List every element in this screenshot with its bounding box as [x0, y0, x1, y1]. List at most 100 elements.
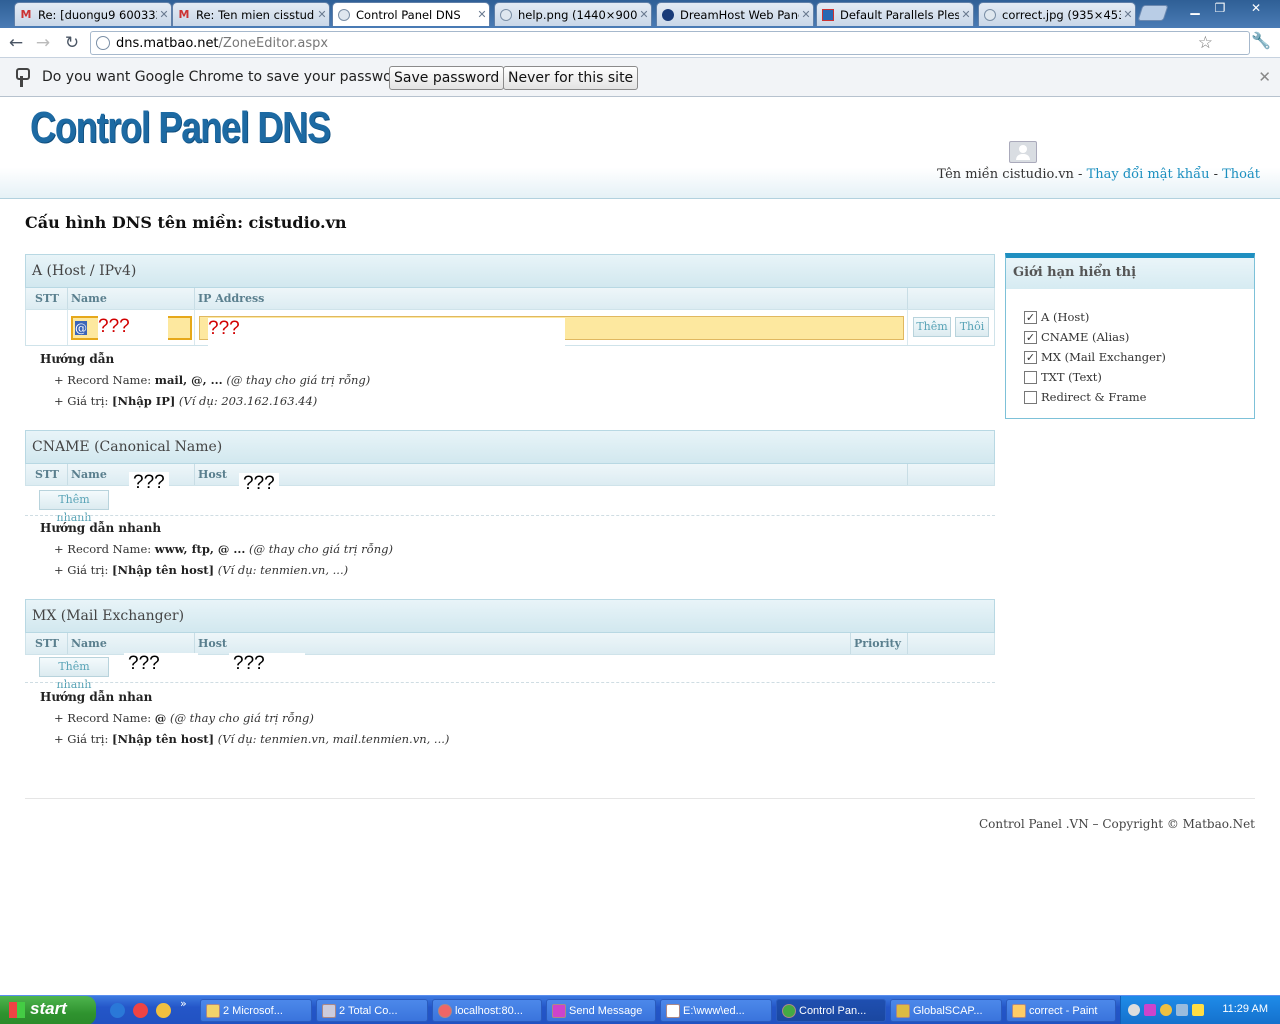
help-line-name: + Record Name: mail, @, ... (@ thay cho … — [54, 373, 371, 387]
more-chevron-icon[interactable]: » — [180, 997, 187, 1010]
add-button[interactable]: Thêm — [913, 317, 951, 337]
task-send-message[interactable]: Send Message — [546, 999, 656, 1022]
col-stt: STT — [35, 292, 59, 305]
close-icon[interactable]: ✕ — [799, 8, 813, 21]
tray-icon[interactable] — [1192, 1004, 1204, 1016]
redacted-text: ??? — [239, 473, 279, 503]
help-line-value: + Giá trị: [Nhập tên host] (Ví dụ: tenmi… — [54, 732, 450, 746]
page-content: Control Panel DNS Tên miền cistudio.vn -… — [0, 97, 1280, 997]
col-name: Name — [71, 292, 107, 305]
col-stt: STT — [35, 637, 59, 650]
logout-link[interactable]: Thoát — [1222, 167, 1260, 182]
forward-arrow-icon[interactable]: → — [32, 32, 54, 54]
network-icon[interactable] — [1176, 1004, 1188, 1016]
change-password-link[interactable]: Thay đổi mật khẩu — [1087, 167, 1210, 182]
tab-help-png[interactable]: help.png (1440×900) ✕ — [494, 2, 652, 26]
close-icon[interactable]: ✕ — [959, 8, 973, 21]
tab-gmail-2[interactable]: M Re: Ten mien cisstudio ✕ — [172, 2, 330, 26]
tab-label: Re: Ten mien cisstudio — [196, 7, 315, 22]
tray-arrow-icon[interactable] — [1128, 1004, 1140, 1016]
system-tray: 11:29 AM — [1120, 996, 1280, 1024]
globe-icon — [983, 8, 997, 22]
close-icon[interactable]: ✕ — [637, 8, 651, 21]
site-logo[interactable]: Control Panel DNS — [30, 103, 331, 153]
checkbox[interactable] — [1024, 370, 1037, 384]
filter-title: Giới hạn hiển thị — [1006, 258, 1254, 289]
domain-text: Tên miền cistudio.vn - — [937, 167, 1083, 182]
filter-mx[interactable]: ✓ MX (Mail Exchanger) — [1024, 350, 1166, 364]
minimize-icon[interactable]: ▁ — [1184, 1, 1206, 16]
wrench-icon[interactable]: 🔧 — [1251, 31, 1271, 50]
task-explorer[interactable]: E:\www\ed... — [660, 999, 772, 1022]
tray-icon[interactable] — [1144, 1004, 1156, 1016]
globe-icon — [337, 8, 351, 22]
close-icon[interactable]: ✕ — [157, 8, 171, 21]
tab-label: Re: [duongu9 600332? — [38, 7, 157, 22]
task-localhost[interactable]: localhost:80... — [432, 999, 542, 1022]
tab-control-panel-dns[interactable]: Control Panel DNS ✕ — [332, 2, 490, 26]
site-header: Control Panel DNS Tên miền cistudio.vn -… — [0, 97, 1280, 199]
clock: 11:29 AM — [1222, 1003, 1268, 1015]
mx-record-panel: MX (Mail Exchanger) STT Name Host Priori… — [25, 599, 995, 746]
restore-icon[interactable]: ❐ — [1209, 1, 1231, 16]
tab-dreamhost[interactable]: DreamHost Web Panel ✕ — [656, 2, 814, 26]
quick-add-button[interactable]: Thêm nhanh — [39, 657, 109, 691]
close-icon[interactable]: ✕ — [1121, 8, 1135, 21]
start-button[interactable]: start — [0, 996, 96, 1024]
tab-label: help.png (1440×900) — [518, 7, 637, 22]
filter-cname[interactable]: ✓ CNAME (Alias) — [1024, 330, 1129, 344]
reload-icon[interactable]: ↻ — [61, 32, 83, 54]
redacted-text: ??? — [98, 316, 168, 342]
add-a-record-row: @ ??? ??? Thêm Thôi — [25, 310, 995, 346]
tab-plesk[interactable]: Default Parallels Plesk P ✕ — [816, 2, 974, 26]
globe-icon — [499, 8, 513, 22]
task-paint[interactable]: correct - Paint — [1006, 999, 1116, 1022]
help-line-name: + Record Name: @ (@ thay cho giá trị rỗn… — [54, 711, 314, 725]
filter-a-host[interactable]: ✓ A (Host) — [1024, 310, 1089, 324]
user-info: Tên miền cistudio.vn - Thay đổi mật khẩu… — [937, 167, 1260, 182]
checkbox[interactable] — [1024, 390, 1037, 404]
tab-correct-jpg[interactable]: correct.jpg (935×453) ✕ — [978, 2, 1136, 26]
close-icon[interactable]: ✕ — [1258, 68, 1271, 86]
task-globalscape[interactable]: GlobalSCAP... — [890, 999, 1002, 1022]
checkbox[interactable]: ✓ — [1024, 350, 1037, 364]
tray-icon[interactable] — [1160, 1004, 1172, 1016]
bookmark-star-icon[interactable]: ☆ — [1198, 33, 1213, 53]
task-control-panel[interactable]: Control Pan... — [776, 999, 886, 1022]
close-icon[interactable]: ✕ — [475, 8, 489, 21]
clock-app-icon[interactable] — [156, 1003, 171, 1018]
tab-gmail-1[interactable]: M Re: [duongu9 600332? ✕ — [14, 2, 172, 26]
chrome-icon[interactable] — [133, 1003, 148, 1018]
close-window-icon[interactable]: ✕ — [1245, 1, 1267, 16]
redacted-text: ??? — [124, 653, 198, 683]
infobar-message: Do you want Google Chrome to save your p… — [42, 69, 414, 85]
dreamhost-icon — [661, 8, 675, 22]
back-arrow-icon[interactable]: ← — [5, 32, 27, 54]
col-host: Host — [198, 637, 228, 650]
help-line-value: + Giá trị: [Nhập IP] (Ví dụ: 203.162.163… — [54, 394, 318, 408]
help-title: Hướng dẫn — [40, 352, 115, 366]
tab-label: correct.jpg (935×453) — [1002, 7, 1121, 22]
never-for-this-site-button[interactable]: Never for this site — [503, 66, 639, 90]
ie-icon[interactable] — [110, 1003, 125, 1018]
quick-add-button[interactable]: Thêm nhanh — [39, 490, 109, 524]
task-total-commander[interactable]: 2 Total Co... — [316, 999, 428, 1022]
task-microsoft[interactable]: 2 Microsof... — [200, 999, 312, 1022]
close-icon[interactable]: ✕ — [315, 8, 329, 21]
help-title: Hướng dẫn nhan — [40, 690, 153, 704]
filter-txt[interactable]: TXT (Text) — [1024, 370, 1102, 384]
help-line-value: + Giá trị: [Nhập tên host] (Ví dụ: tenmi… — [54, 563, 349, 577]
checkbox[interactable]: ✓ — [1024, 330, 1037, 344]
save-password-button[interactable]: Save password — [389, 66, 505, 90]
checkbox[interactable]: ✓ — [1024, 310, 1037, 324]
copyright: Control Panel .VN – Copyright © Matbao.N… — [978, 817, 1255, 831]
col-host: Host — [198, 468, 228, 481]
panel-heading: CNAME (Canonical Name) — [25, 430, 995, 464]
column-headers: STT Name Host Priority — [25, 633, 995, 655]
footer-divider — [25, 798, 1255, 799]
address-bar[interactable]: dns.matbao.net/ZoneEditor.aspx ☆ — [90, 31, 1250, 55]
filter-redirect[interactable]: Redirect & Frame — [1024, 390, 1146, 404]
windows-taskbar: start » 2 Microsof... 2 Total Co... loca… — [0, 995, 1280, 1024]
cancel-button[interactable]: Thôi — [955, 317, 989, 337]
new-tab-button[interactable] — [1137, 5, 1169, 21]
